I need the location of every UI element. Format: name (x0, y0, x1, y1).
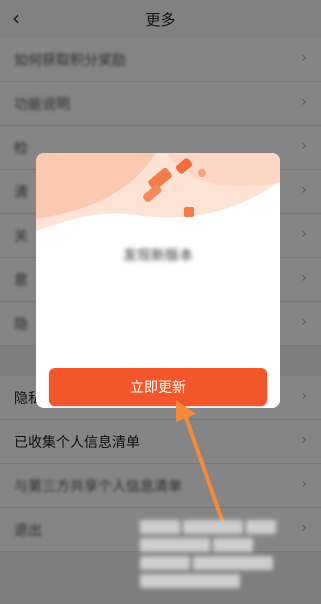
dialog-title: 发现新版本 (123, 248, 193, 264)
rocket-illustration-icon (36, 153, 280, 231)
watermark (140, 520, 321, 604)
update-now-button[interactable]: 立即更新 (49, 368, 267, 406)
